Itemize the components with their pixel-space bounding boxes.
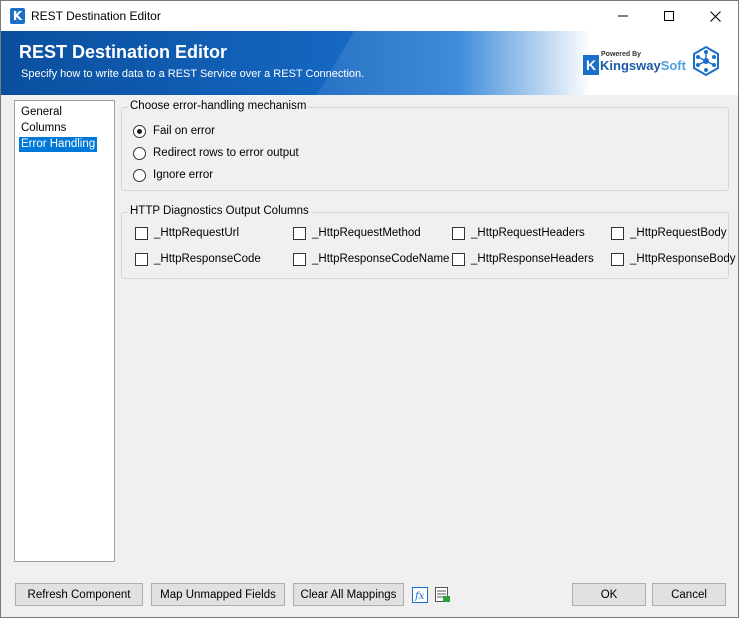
http-diagnostics-group: HTTP Diagnostics Output Columns _HttpReq… bbox=[121, 205, 735, 279]
close-button[interactable] bbox=[692, 1, 738, 31]
ok-button[interactable]: OK bbox=[572, 583, 646, 606]
logo-brand-a: Kingsway bbox=[600, 58, 661, 73]
logo-powered-by: Powered By bbox=[601, 51, 642, 58]
error-handling-group: Choose error-handling mechanism Fail on … bbox=[121, 100, 729, 191]
maximize-button[interactable] bbox=[646, 1, 692, 31]
expression-fx-icon[interactable]: fx bbox=[412, 587, 428, 603]
close-icon bbox=[709, 10, 721, 22]
checkbox-label: _HttpRequestUrl bbox=[154, 227, 240, 239]
checkbox-label: _HttpResponseHeaders bbox=[471, 253, 594, 265]
checkbox-http-response-code-name[interactable]: _HttpResponseCodeName bbox=[293, 251, 449, 267]
checkbox[interactable] bbox=[293, 252, 306, 266]
cancel-button[interactable]: Cancel bbox=[652, 583, 726, 606]
checkbox-http-response-body[interactable]: _HttpResponseBody bbox=[611, 251, 735, 267]
checkbox[interactable] bbox=[611, 252, 624, 266]
page-nav-list: General Columns Error Handling bbox=[14, 100, 115, 562]
checkbox-http-request-headers[interactable]: _HttpRequestHeaders bbox=[452, 225, 585, 241]
checkbox-label: _HttpRequestMethod bbox=[312, 227, 421, 239]
maximize-icon bbox=[664, 11, 674, 21]
checkbox[interactable] bbox=[611, 226, 624, 240]
refresh-component-button[interactable]: Refresh Component bbox=[15, 583, 143, 606]
banner-title: REST Destination Editor bbox=[19, 42, 228, 62]
checkbox-http-request-body[interactable]: _HttpRequestBody bbox=[611, 225, 727, 241]
nav-item-columns[interactable]: Columns bbox=[19, 121, 68, 136]
checkbox-label: _HttpResponseCodeName bbox=[312, 253, 450, 265]
logo-wordmark: KingswaySoft bbox=[600, 58, 686, 73]
app-icon: K bbox=[10, 8, 25, 24]
nav-item-general[interactable]: General bbox=[19, 105, 64, 120]
checkbox-label: _HttpResponseCode bbox=[154, 253, 261, 265]
nav-item-error-handling[interactable]: Error Handling bbox=[19, 137, 98, 152]
error-handling-group-label: Choose error-handling mechanism bbox=[128, 100, 309, 112]
checkbox-http-response-headers[interactable]: _HttpResponseHeaders bbox=[452, 251, 594, 267]
minimize-button[interactable] bbox=[600, 1, 646, 31]
title-bar: K REST Destination Editor bbox=[1, 1, 738, 31]
checkbox-label: _HttpRequestHeaders bbox=[471, 227, 585, 239]
radio-button[interactable] bbox=[133, 168, 146, 182]
checkbox-http-request-url[interactable]: _HttpRequestUrl bbox=[135, 225, 239, 241]
checkbox-http-response-code[interactable]: _HttpResponseCode bbox=[135, 251, 261, 267]
checkbox-http-request-method[interactable]: _HttpRequestMethod bbox=[293, 225, 421, 241]
banner-subtitle: Specify how to write data to a REST Serv… bbox=[21, 68, 365, 80]
radio-fail-on-error[interactable]: Fail on error bbox=[133, 123, 215, 139]
export-grid-icon[interactable] bbox=[435, 587, 451, 603]
radio-redirect-rows[interactable]: Redirect rows to error output bbox=[133, 145, 299, 161]
minimize-icon bbox=[618, 15, 628, 17]
svg-text:fx: fx bbox=[414, 591, 425, 602]
checkbox[interactable] bbox=[452, 226, 465, 240]
logo-brand-b: Soft bbox=[660, 58, 686, 73]
checkbox[interactable] bbox=[135, 226, 148, 240]
radio-button-checked[interactable] bbox=[133, 124, 146, 138]
logo-k-mark: K bbox=[583, 55, 599, 75]
radio-button[interactable] bbox=[133, 146, 146, 160]
checkbox[interactable] bbox=[135, 252, 148, 266]
radio-label: Ignore error bbox=[153, 169, 214, 181]
checkbox-label: _HttpRequestBody bbox=[630, 227, 727, 239]
rest-hub-icon bbox=[693, 45, 719, 77]
checkbox[interactable] bbox=[452, 252, 465, 266]
clear-all-mappings-button[interactable]: Clear All Mappings bbox=[293, 583, 404, 606]
radio-label: Redirect rows to error output bbox=[153, 147, 299, 159]
checkbox[interactable] bbox=[293, 226, 306, 240]
window-title: REST Destination Editor bbox=[31, 9, 161, 23]
header-banner: REST Destination Editor Specify how to w… bbox=[1, 31, 738, 95]
dialog-window: K REST Destination Editor REST Destinati… bbox=[0, 0, 739, 618]
checkbox-label: _HttpResponseBody bbox=[630, 253, 736, 265]
kingswaysoft-logo: Powered By K KingswaySoft bbox=[583, 51, 686, 77]
http-diagnostics-group-label: HTTP Diagnostics Output Columns bbox=[128, 205, 311, 217]
radio-label: Fail on error bbox=[153, 125, 215, 137]
radio-ignore-error[interactable]: Ignore error bbox=[133, 167, 213, 183]
map-unmapped-fields-button[interactable]: Map Unmapped Fields bbox=[151, 583, 285, 606]
